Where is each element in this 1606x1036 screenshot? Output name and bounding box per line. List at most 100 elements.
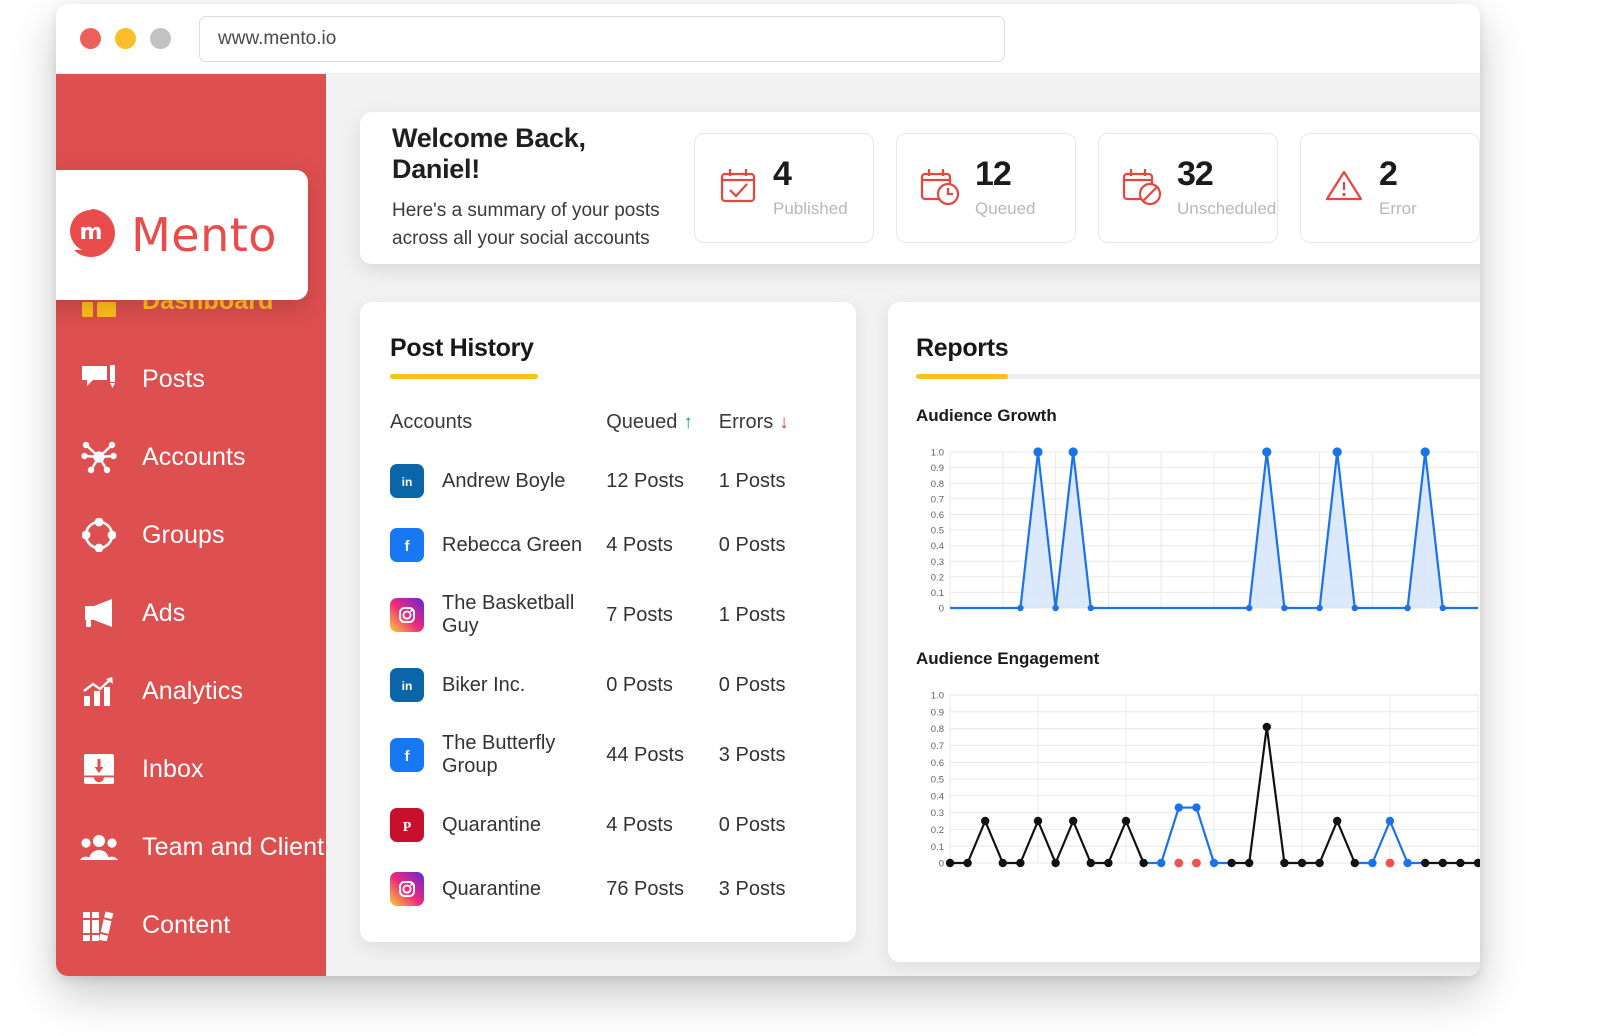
address-bar[interactable]: www.mento.io: [199, 15, 1005, 62]
errors-count: 0 Posts: [718, 673, 786, 696]
svg-text:1.0: 1.0: [931, 448, 944, 459]
errors-count: 3 Posts: [718, 877, 786, 900]
megaphone-icon: [78, 594, 120, 632]
stat-card-published[interactable]: 4 Published: [694, 133, 874, 243]
sidebar-item-content[interactable]: Content: [56, 886, 326, 964]
sidebar-item-groups[interactable]: Groups: [56, 496, 326, 574]
table-row[interactable]: f Rebecca Green 4 Posts 0 Posts: [390, 528, 826, 562]
instagram-icon: [390, 872, 424, 906]
linkedin-icon: in: [390, 668, 424, 702]
sidebar-item-team-and-client[interactable]: Team and Client: [56, 808, 326, 886]
column-label: Queued: [606, 411, 678, 433]
post-history-panel: Post History Accounts Queued↑ Errors↓: [360, 302, 856, 942]
brand-name: Mento: [131, 208, 277, 262]
groups-icon: [78, 516, 120, 554]
sidebar-item-posts[interactable]: Posts: [56, 340, 326, 418]
svg-text:0.8: 0.8: [931, 479, 944, 490]
account-name: The Basketball Guy: [442, 592, 575, 637]
svg-text:0.2: 0.2: [931, 572, 944, 583]
account-name: Biker Inc.: [442, 673, 526, 696]
minimize-window-icon[interactable]: [115, 28, 136, 49]
stat-label: Queued: [975, 199, 1036, 218]
svg-text:0: 0: [939, 604, 944, 615]
errors-count: 0 Posts: [718, 533, 786, 556]
account-name: Andrew Boyle: [442, 469, 566, 492]
svg-text:0.5: 0.5: [931, 526, 944, 537]
title-underline: [916, 374, 1480, 379]
sidebar-item-accounts[interactable]: Accounts: [56, 418, 326, 496]
svg-text:in: in: [402, 679, 413, 693]
svg-text:0.4: 0.4: [931, 541, 944, 552]
sidebar-item-label: Accounts: [142, 442, 246, 471]
sidebar-item-inbox[interactable]: Inbox: [56, 730, 326, 808]
queued-count: 76 Posts: [606, 877, 685, 900]
instagram-icon: [390, 598, 424, 632]
svg-text:0.1: 0.1: [931, 842, 944, 853]
stat-card-error[interactable]: 2 Error: [1300, 133, 1480, 243]
bar-chart-icon: [78, 672, 120, 710]
stat-card-unscheduled[interactable]: 32 Unscheduled: [1098, 133, 1278, 243]
column-header-errors[interactable]: Errors ↓: [719, 411, 826, 434]
books-icon: [78, 906, 120, 944]
table-row[interactable]: Quarantine 76 Posts 3 Posts: [390, 872, 826, 906]
column-label: Errors: [718, 411, 774, 433]
maximize-window-icon[interactable]: [150, 28, 171, 49]
inbox-icon: [78, 750, 120, 788]
table-header: Accounts Queued ↑ Errors ↓: [390, 411, 826, 434]
accounts-network-icon: [78, 438, 120, 476]
stat-value: 12: [975, 155, 1012, 193]
sidebar-item-ads[interactable]: Ads: [56, 574, 326, 652]
svg-text:0.9: 0.9: [931, 463, 944, 474]
table-row[interactable]: in Biker Inc. 0 Posts 0 Posts: [390, 668, 826, 702]
queued-count: 4 Posts: [606, 813, 673, 836]
chart-title-audience-growth: Audience Growth: [916, 406, 1057, 425]
queued-count: 0 Posts: [606, 673, 673, 696]
queued-count: 4 Posts: [606, 533, 673, 556]
audience-engagement-chart[interactable]: 0 0.1 0.2 0.3 0.4 0.5 0.6 0.7 0.8 0.9 1.0: [916, 683, 1480, 879]
welcome-subtitle: Here's a summary of your posts across al…: [392, 200, 660, 249]
svg-text:in: in: [402, 475, 413, 489]
stat-label: Published: [773, 199, 848, 218]
svg-text:P: P: [403, 820, 412, 835]
browser-chrome: www.mento.io: [56, 4, 1480, 74]
svg-text:0.6: 0.6: [931, 510, 944, 521]
close-window-icon[interactable]: [80, 28, 101, 49]
table-row[interactable]: f The Butterfly Group 44 Posts 3 Posts: [390, 732, 826, 778]
sidebar-item-analytics[interactable]: Analytics: [56, 652, 326, 730]
calendar-blocked-icon: [1121, 165, 1163, 212]
sidebar-item-label: Groups: [142, 520, 225, 549]
sidebar-item-label: Ads: [142, 598, 186, 627]
table-row[interactable]: in Andrew Boyle 12 Posts 1 Posts: [390, 464, 826, 498]
audience-growth-chart[interactable]: 0 0.1 0.2 0.3 0.4 0.5 0.6 0.7 0.8 0.9 1.0: [916, 440, 1480, 622]
sidebar-item-label: Content: [142, 910, 231, 939]
table-row[interactable]: P Quarantine 4 Posts 0 Posts: [390, 808, 826, 842]
app-body: Dashboard Posts Accounts Groups Ads Anal…: [56, 74, 1480, 976]
table-row[interactable]: The Basketball Guy 7 Posts 1 Posts: [390, 592, 826, 638]
column-header-accounts[interactable]: Accounts: [390, 411, 606, 434]
sort-desc-icon[interactable]: ↓: [779, 412, 789, 433]
brand-logo-card[interactable]: m Mento: [56, 170, 308, 300]
column-header-queued[interactable]: Queued ↑: [606, 411, 719, 434]
svg-text:0: 0: [939, 859, 944, 870]
posts-icon: [78, 360, 120, 398]
svg-text:0.2: 0.2: [931, 825, 944, 836]
stat-card-queued[interactable]: 12 Queued: [896, 133, 1076, 243]
svg-text:0.1: 0.1: [931, 588, 944, 599]
account-name: Rebecca Green: [442, 533, 583, 556]
sidebar-item-label: Posts: [142, 364, 206, 393]
linkedin-icon: in: [390, 464, 424, 498]
sidebar-item-label: Analytics: [142, 676, 243, 705]
errors-count: 1 Posts: [718, 469, 786, 492]
sort-asc-icon[interactable]: ↑: [683, 412, 693, 433]
column-label: Accounts: [390, 411, 473, 433]
welcome-text: Welcome Back, Daniel! Here's a summary o…: [392, 123, 676, 252]
svg-text:0.7: 0.7: [931, 741, 944, 752]
stat-label: Error: [1379, 199, 1417, 218]
svg-text:0.5: 0.5: [931, 775, 944, 786]
mento-logo-mark: m: [63, 205, 119, 266]
chart-title-audience-engagement: Audience Engagement: [916, 649, 1100, 668]
stat-label: Unscheduled: [1177, 199, 1277, 218]
queued-count: 44 Posts: [606, 743, 685, 766]
reports-title: Reports: [916, 334, 1009, 362]
svg-text:1.0: 1.0: [931, 691, 944, 702]
